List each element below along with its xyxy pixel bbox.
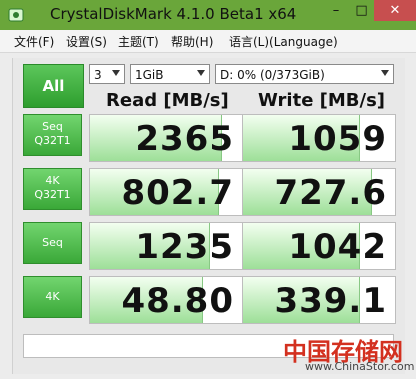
- close-button[interactable]: ✕: [374, 0, 416, 21]
- read-cell: 1235: [89, 222, 243, 270]
- maximize-button[interactable]: □: [349, 0, 374, 21]
- count-value: 3: [94, 68, 102, 82]
- read-value: 802.7: [121, 173, 234, 213]
- title-bar: CrystalDiskMark 4.1.0 Beta1 x64 – □ ✕: [0, 0, 416, 30]
- read-cell: 2365: [89, 114, 243, 162]
- 4k-button[interactable]: 4K: [23, 276, 82, 318]
- drive-value: D: 0% (0/373GiB): [220, 68, 325, 82]
- menu-language[interactable]: 语言(L)(Language): [229, 33, 338, 50]
- all-test-button[interactable]: All: [23, 64, 84, 108]
- row-label: Seq: [42, 236, 63, 249]
- read-cell: 48.80: [89, 276, 243, 324]
- write-cell: 1059: [242, 114, 396, 162]
- drive-select[interactable]: D: 0% (0/373GiB): [215, 64, 394, 84]
- count-select[interactable]: 3: [89, 64, 125, 84]
- 4k-q32t1-button[interactable]: 4K Q32T1: [23, 168, 82, 210]
- read-value: 1235: [135, 227, 234, 267]
- read-value: 2365: [135, 119, 234, 159]
- read-header: Read [MB/s]: [106, 90, 229, 111]
- seq-button[interactable]: Seq: [23, 222, 82, 264]
- write-header: Write [MB/s]: [258, 90, 386, 111]
- write-cell: 339.1: [242, 276, 396, 324]
- menu-bar: 文件(F) 设置(S) 主题(T) 帮助(H) 语言(L)(Language): [0, 30, 416, 53]
- chevron-down-icon: [197, 70, 205, 76]
- row-label: Seq Q32T1: [34, 120, 71, 147]
- watermark-url: www.ChinaStor.com: [305, 360, 415, 373]
- menu-settings[interactable]: 设置(S): [66, 33, 107, 50]
- seq-q32t1-button[interactable]: Seq Q32T1: [23, 114, 82, 156]
- write-value: 1042: [288, 227, 387, 267]
- chevron-down-icon: [112, 70, 120, 76]
- row-label: 4K: [45, 290, 60, 303]
- window-title: CrystalDiskMark 4.1.0 Beta1 x64: [50, 5, 297, 23]
- minimize-button[interactable]: –: [323, 0, 349, 21]
- read-value: 48.80: [121, 281, 234, 321]
- menu-file[interactable]: 文件(F): [14, 33, 54, 50]
- menu-theme[interactable]: 主题(T): [118, 33, 159, 50]
- write-cell: 1042: [242, 222, 396, 270]
- write-value: 339.1: [274, 281, 387, 321]
- write-cell: 727.6: [242, 168, 396, 216]
- app-icon: [8, 8, 24, 22]
- write-value: 1059: [288, 119, 387, 159]
- menu-help[interactable]: 帮助(H): [171, 33, 213, 50]
- row-label: 4K Q32T1: [34, 174, 71, 201]
- app-window: CrystalDiskMark 4.1.0 Beta1 x64 – □ ✕ 文件…: [0, 0, 416, 379]
- read-cell: 802.7: [89, 168, 243, 216]
- chevron-down-icon: [381, 70, 389, 76]
- size-value: 1GiB: [135, 68, 164, 82]
- write-value: 727.6: [274, 173, 387, 213]
- size-select[interactable]: 1GiB: [130, 64, 210, 84]
